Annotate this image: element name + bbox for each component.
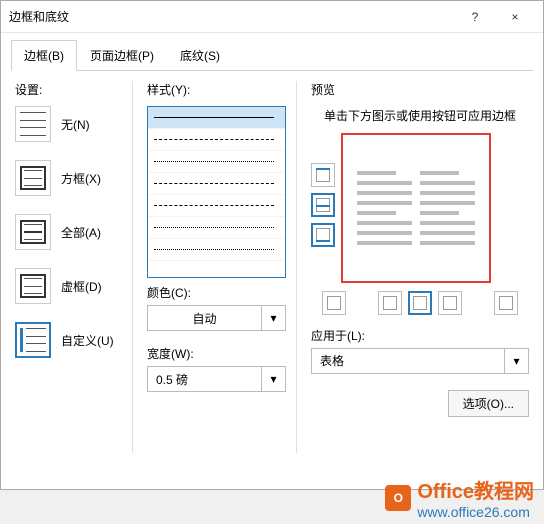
list-item[interactable] bbox=[148, 195, 285, 217]
setting-grid-label: 虚框(D) bbox=[61, 278, 102, 295]
list-item[interactable] bbox=[148, 151, 285, 173]
border-top-button[interactable] bbox=[311, 163, 335, 187]
chevron-down-icon: ▾ bbox=[504, 349, 528, 373]
setting-custom[interactable]: 自定义(U) bbox=[15, 322, 120, 358]
brand-name: Office教程网 bbox=[417, 475, 534, 504]
custom-icon bbox=[15, 322, 51, 358]
setting-box-label: 方框(X) bbox=[61, 170, 101, 187]
border-left-button[interactable] bbox=[378, 291, 402, 315]
brand-url: www.office26.com bbox=[417, 504, 534, 520]
style-column: 样式(Y): 颜色(C): 自动 ▾ 宽度(W): 0.5 磅 ▾ bbox=[147, 81, 297, 453]
settings-column: 设置: 无(N) 方框(X) 全部(A) 虚框(D) 自定义(U) bbox=[15, 81, 133, 453]
tab-borders[interactable]: 边框(B) bbox=[11, 40, 77, 71]
border-right-button[interactable] bbox=[438, 291, 462, 315]
titlebar: 边框和底纹 ? × bbox=[1, 1, 543, 33]
border-diag-button[interactable] bbox=[322, 291, 346, 315]
list-item[interactable] bbox=[148, 129, 285, 151]
preview-footer: 选项(O)... bbox=[311, 382, 529, 417]
options-button[interactable]: 选项(O)... bbox=[448, 390, 529, 417]
watermark-text: Office教程网 www.office26.com bbox=[417, 475, 534, 520]
preview-column: 预览 单击下方图示或使用按钮可应用边框 bbox=[311, 81, 529, 453]
chevron-down-icon: ▾ bbox=[261, 367, 285, 391]
list-item[interactable] bbox=[148, 107, 285, 129]
tab-page-borders[interactable]: 页面边框(P) bbox=[77, 40, 167, 71]
close-button[interactable]: × bbox=[495, 3, 535, 31]
tab-strip: 边框(B) 页面边框(P) 底纹(S) bbox=[11, 39, 533, 71]
setting-none-label: 无(N) bbox=[61, 116, 90, 133]
border-bottom-button[interactable] bbox=[311, 223, 335, 247]
help-button[interactable]: ? bbox=[455, 3, 495, 31]
list-item[interactable] bbox=[148, 217, 285, 239]
apply-to-combo[interactable]: 表格 ▾ bbox=[311, 348, 529, 374]
tab-shading[interactable]: 底纹(S) bbox=[167, 40, 233, 71]
apply-to-value: 表格 bbox=[312, 352, 504, 369]
grid-icon bbox=[15, 268, 51, 304]
chevron-down-icon: ▾ bbox=[261, 306, 285, 330]
box-icon bbox=[15, 160, 51, 196]
border-vmid-button[interactable] bbox=[408, 291, 432, 315]
dialog-title: 边框和底纹 bbox=[9, 8, 455, 25]
style-label: 样式(Y): bbox=[147, 81, 286, 98]
border-diag2-button[interactable] bbox=[494, 291, 518, 315]
setting-grid[interactable]: 虚框(D) bbox=[15, 268, 120, 304]
all-icon bbox=[15, 214, 51, 250]
preview-canvas[interactable] bbox=[341, 133, 491, 283]
width-label: 宽度(W): bbox=[147, 345, 286, 362]
bottom-border-buttons bbox=[311, 291, 529, 315]
color-combo[interactable]: 自动 ▾ bbox=[147, 305, 286, 331]
color-label: 颜色(C): bbox=[147, 284, 286, 301]
setting-none[interactable]: 无(N) bbox=[15, 106, 120, 142]
preview-label: 预览 bbox=[311, 81, 529, 98]
setting-custom-label: 自定义(U) bbox=[61, 332, 114, 349]
side-border-buttons bbox=[311, 163, 335, 283]
watermark: O Office教程网 www.office26.com bbox=[385, 475, 534, 520]
borders-shading-dialog: 边框和底纹 ? × 边框(B) 页面边框(P) 底纹(S) 设置: 无(N) 方… bbox=[0, 0, 544, 490]
color-value: 自动 bbox=[148, 310, 261, 327]
border-middle-button[interactable] bbox=[311, 193, 335, 217]
settings-label: 设置: bbox=[15, 81, 120, 98]
apply-to-label: 应用于(L): bbox=[311, 327, 529, 344]
setting-all-label: 全部(A) bbox=[61, 224, 101, 241]
list-item[interactable] bbox=[148, 173, 285, 195]
setting-box[interactable]: 方框(X) bbox=[15, 160, 120, 196]
setting-all[interactable]: 全部(A) bbox=[15, 214, 120, 250]
width-value: 0.5 磅 bbox=[148, 371, 261, 388]
none-icon bbox=[15, 106, 51, 142]
width-combo[interactable]: 0.5 磅 ▾ bbox=[147, 366, 286, 392]
dialog-body: 设置: 无(N) 方框(X) 全部(A) 虚框(D) 自定义(U) bbox=[1, 71, 543, 461]
preview-area bbox=[311, 133, 529, 283]
line-style-list[interactable] bbox=[147, 106, 286, 278]
brand-icon: O bbox=[385, 485, 411, 511]
list-item[interactable] bbox=[148, 239, 285, 261]
preview-hint: 单击下方图示或使用按钮可应用边框 bbox=[321, 108, 519, 125]
